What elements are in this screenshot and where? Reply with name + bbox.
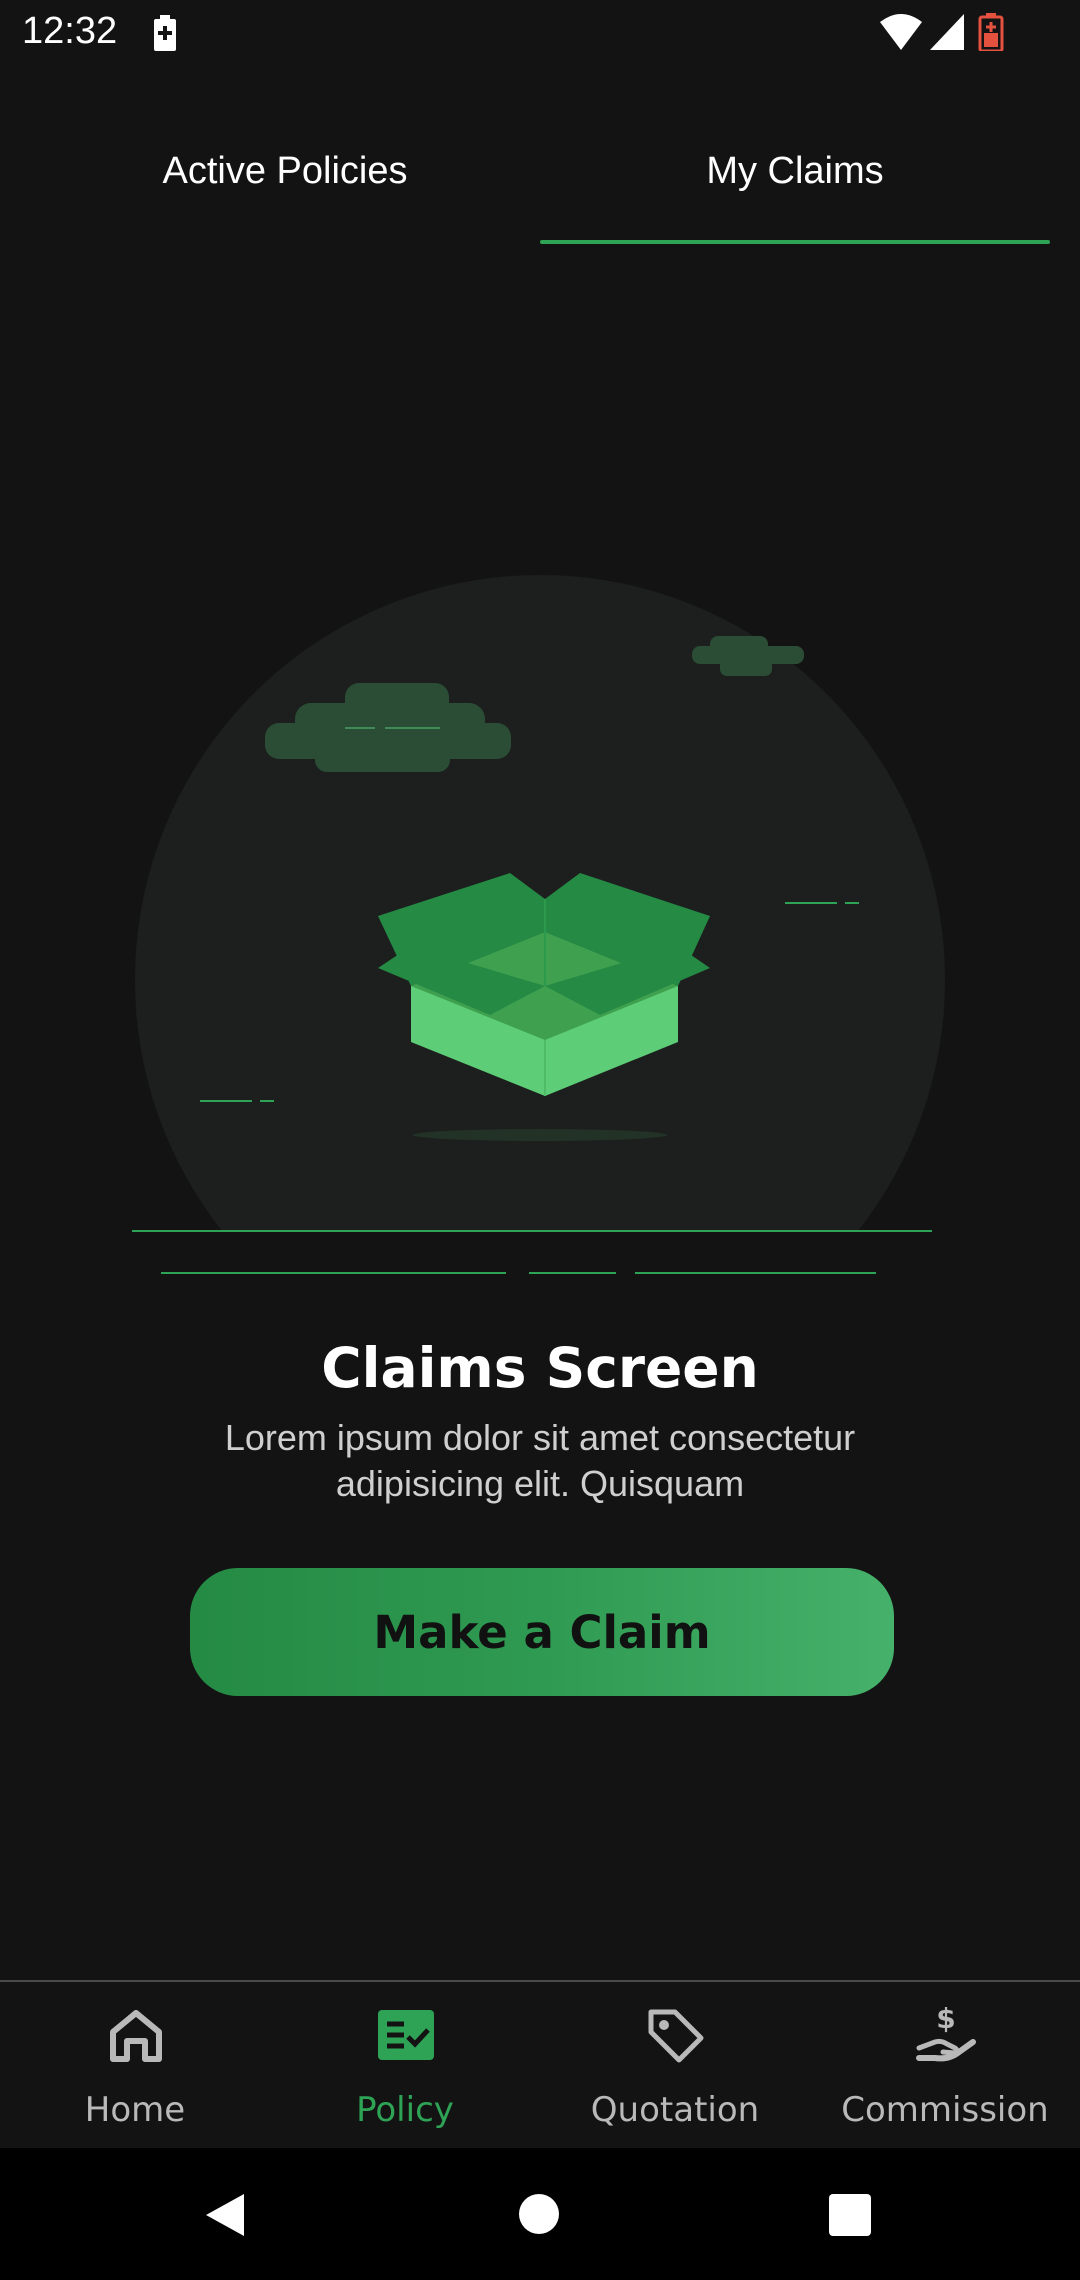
- tab-label: Active Policies: [162, 150, 408, 192]
- policy-icon: [378, 2010, 434, 2060]
- back-icon[interactable]: [204, 2192, 246, 2238]
- open-box-illustration: [132, 575, 945, 1274]
- nav-item-home[interactable]: Home: [0, 1982, 270, 2148]
- tab-label: My Claims: [706, 150, 884, 192]
- nav-label: Home: [84, 2090, 186, 2130]
- tab-bar: Active Policies My Claims: [0, 120, 1080, 250]
- nav-label: Commission: [841, 2090, 1049, 2130]
- make-claim-button[interactable]: Make a Claim: [190, 1568, 894, 1696]
- recents-icon[interactable]: [829, 2194, 871, 2236]
- home-icon: [110, 2010, 162, 2062]
- tag-icon: [648, 2009, 704, 2063]
- nav-item-quotation[interactable]: Quotation: [540, 1982, 810, 2148]
- status-time: 12:32: [22, 10, 118, 52]
- status-bar: 12:32: [0, 0, 1080, 66]
- nav-label: Quotation: [590, 2090, 760, 2130]
- nav-label: Policy: [356, 2090, 454, 2130]
- signal-icon: [930, 14, 964, 50]
- page-title: Claims Screen: [321, 1336, 759, 1400]
- home-button-icon[interactable]: [519, 2194, 559, 2234]
- wifi-icon: [880, 14, 922, 50]
- system-navigation-bar: [0, 2148, 1080, 2280]
- battery-charging-notification-icon: [154, 15, 176, 51]
- tab-my-claims[interactable]: My Claims: [540, 120, 1050, 250]
- commission-icon: $: [916, 2004, 976, 2062]
- tab-active-policies[interactable]: Active Policies: [22, 120, 548, 250]
- battery-icon: [978, 13, 1004, 51]
- page-description: Lorem ipsum dolor sit amet consectetur a…: [224, 1417, 856, 1504]
- svg-text:$: $: [936, 2004, 955, 2035]
- nav-item-policy[interactable]: Policy: [270, 1982, 540, 2148]
- tab-selected-indicator: [540, 240, 1050, 244]
- bottom-navigation: Home Policy Quotation $ Commission: [0, 1980, 1080, 2150]
- nav-item-commission[interactable]: $ Commission: [810, 1982, 1080, 2148]
